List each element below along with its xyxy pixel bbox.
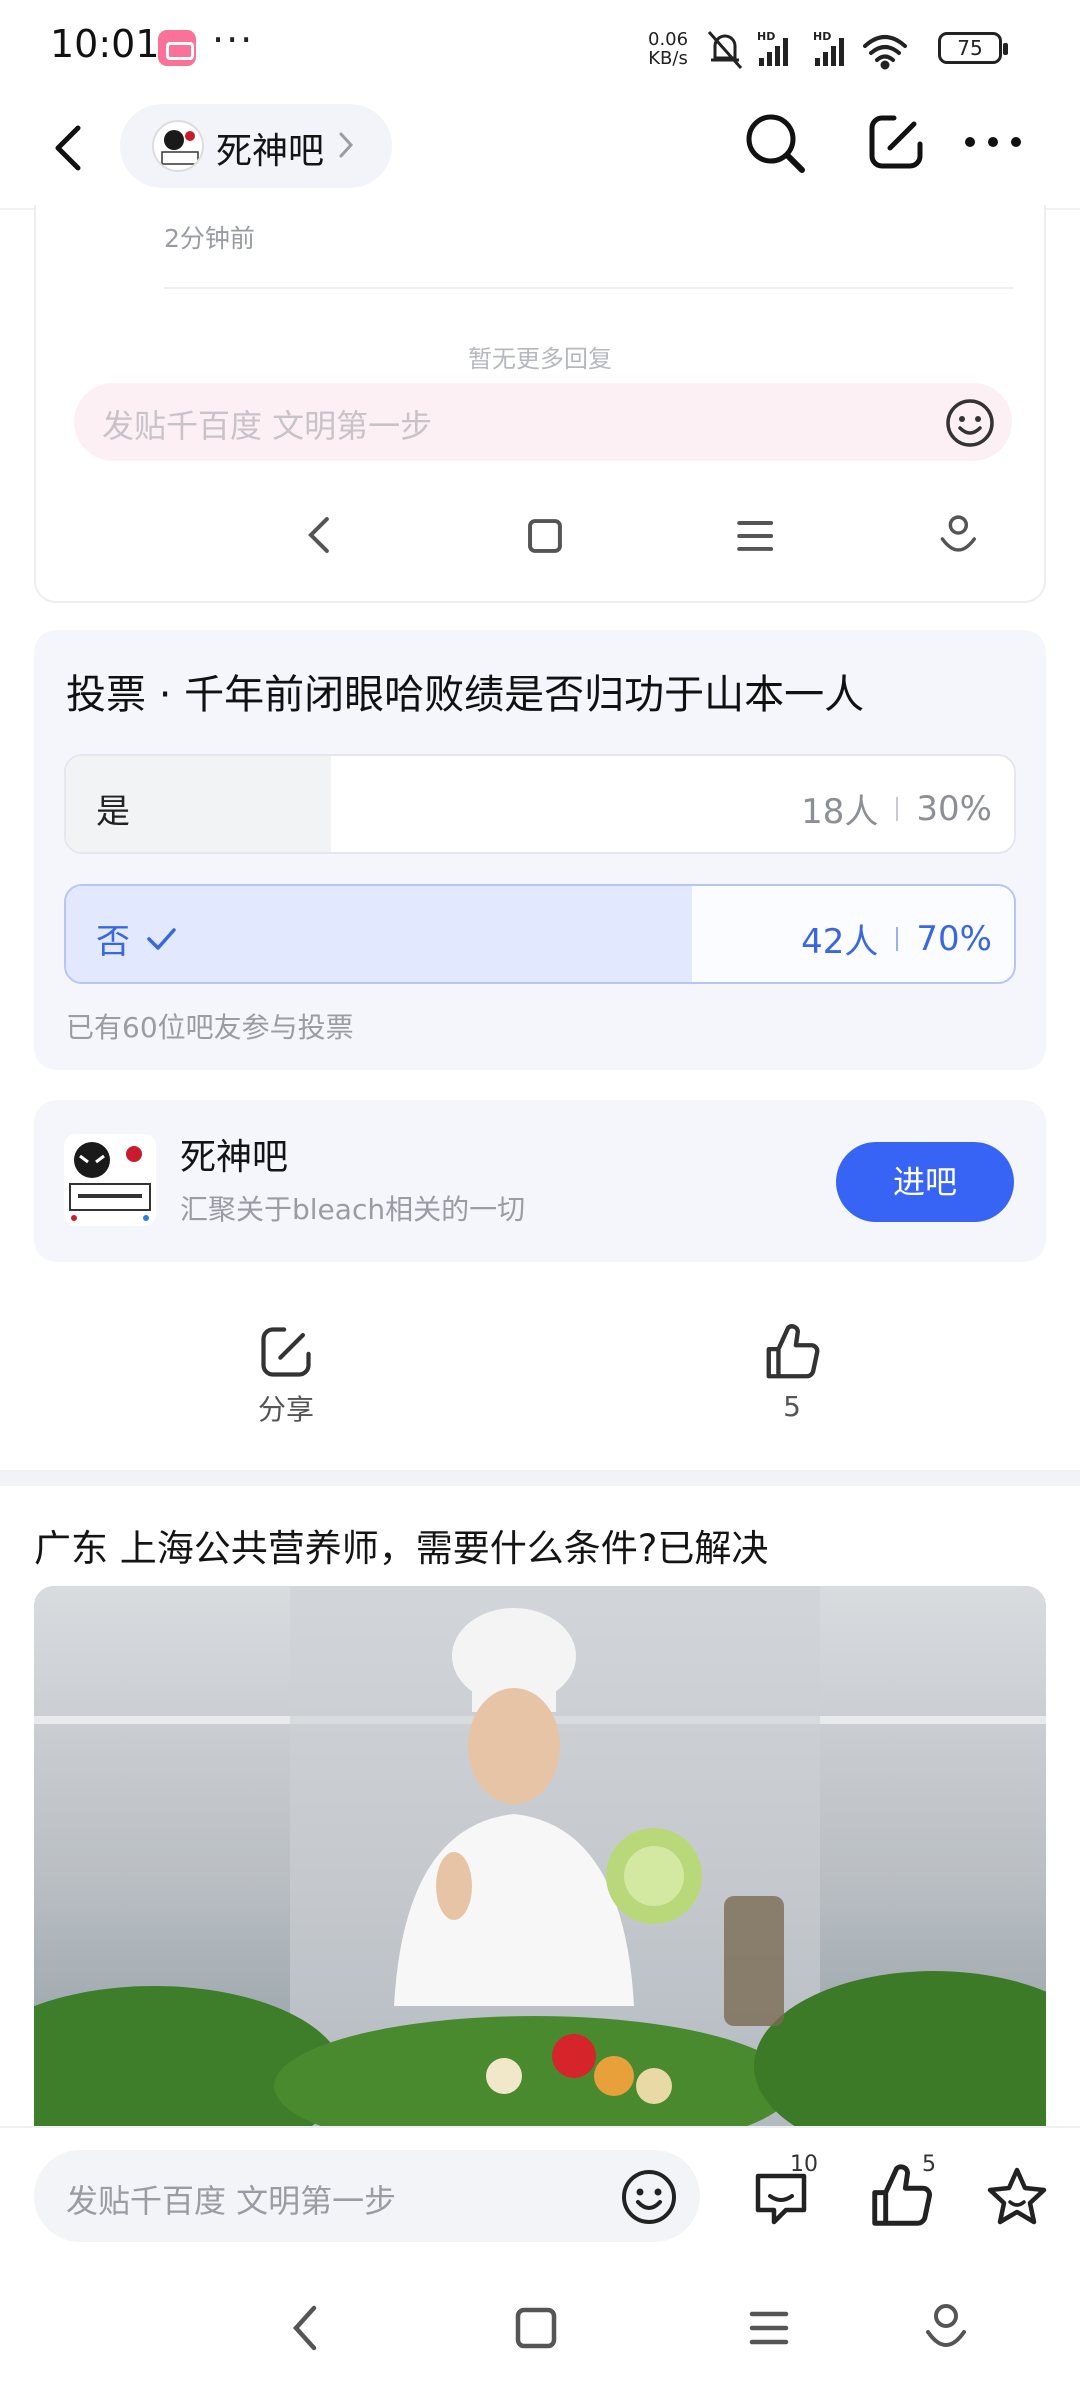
share-button[interactable]: 分享 [206, 1322, 366, 1428]
back-arrow-icon[interactable] [40, 118, 100, 178]
vote-option-stats: 42人 70% [801, 914, 992, 963]
reply-input-placeholder: 发贴千百度 文明第一步 [66, 2182, 397, 2220]
forum-logo [152, 120, 204, 172]
vote-card: 投票 · 千年前闭眼哈败绩是否归功于山本一人 是 18人 30% 否 42人 7… [34, 630, 1046, 1070]
vote-option-label: 否 [96, 914, 178, 963]
nav-assistant-icon [926, 2304, 966, 2347]
divider [164, 287, 1014, 289]
vote-option-yes[interactable]: 是 18人 30% [64, 754, 1016, 854]
embedded-nav-bar [308, 515, 977, 553]
svg-text:HD: HD [757, 30, 775, 43]
post-actions: 分享 5 [0, 1300, 1080, 1440]
edit-icon[interactable] [864, 110, 928, 174]
status-icons: HD HD [707, 30, 907, 70]
reply-time: 2分钟前 [164, 224, 255, 253]
nav-home-icon [515, 2307, 557, 2349]
forum-card[interactable]: 死神吧 汇聚关于bleach相关的一切 进吧 [34, 1100, 1046, 1262]
network-speed-unit: KB/s [648, 48, 688, 69]
nav-menu-icon [749, 2311, 789, 2345]
chef-photo [34, 1586, 1046, 2126]
hd-signal-icon: HD [757, 30, 788, 66]
vote-percent: 30% [916, 788, 992, 829]
vote-title: 投票 · 千年前闭眼哈败绩是否归功于山本一人 [66, 672, 865, 718]
vote-option-label: 是 [96, 784, 130, 833]
status-bar: 10:01 ··· 0.06 KB/s HD HD 75 [0, 0, 1080, 90]
status-time: 10:01 [50, 22, 160, 66]
share-label: 分享 [257, 1393, 314, 1426]
separator [896, 796, 899, 821]
forum-name-pill[interactable]: 死神吧 [120, 104, 392, 188]
nav-back-icon [292, 2305, 317, 2351]
thumbs-up-icon [766, 1324, 820, 1379]
system-nav-bar [292, 2304, 966, 2351]
separator [896, 926, 899, 951]
recommended-post-title[interactable]: 广东 上海公共营养师，需要什么条件?已解决 [34, 1518, 768, 1572]
bilibili-app-icon [158, 30, 196, 66]
search-icon[interactable] [740, 108, 810, 178]
like-count: 5 [783, 1390, 801, 1423]
vote-option-text: 是 [96, 792, 130, 832]
vote-percent: 70% [916, 918, 992, 959]
more-icon[interactable] [960, 110, 1026, 174]
hd-signal-icon: HD [813, 30, 844, 66]
svg-text:HD: HD [813, 30, 831, 43]
nav-menu-icon [737, 521, 774, 551]
nav-back-icon [308, 517, 329, 553]
embed-reply-input[interactable]: 发贴千百度 文明第一步 [74, 383, 1012, 461]
enter-forum-button[interactable]: 进吧 [836, 1142, 1014, 1222]
battery-icon: 75 [938, 32, 1008, 64]
reply-input[interactable]: 发贴千百度 文明第一步 [34, 2150, 700, 2242]
network-speed: 0.06 KB/s [648, 30, 688, 68]
like-count-badge: 5 [922, 2152, 936, 2177]
network-speed-value: 0.06 [648, 29, 689, 50]
forum-card-name: 死神吧 [180, 1137, 289, 1178]
vote-option-no[interactable]: 否 42人 70% [64, 884, 1016, 984]
status-overflow-dots: ··· [212, 18, 255, 62]
embed-input-placeholder: 发贴千百度 文明第一步 [102, 407, 433, 445]
section-divider [0, 1470, 1080, 1486]
wifi-icon [863, 35, 907, 70]
vote-people-count: 18人 [801, 792, 879, 832]
like-button[interactable]: 5 [712, 1322, 872, 1423]
emoji-icon[interactable] [944, 397, 996, 449]
forum-card-desc: 汇聚关于bleach相关的一切 [180, 1193, 526, 1226]
forum-card-logo [64, 1134, 156, 1226]
nav-assistant-icon [940, 515, 977, 552]
emoji-icon[interactable] [620, 2168, 678, 2226]
vote-participants: 已有60位吧友参与投票 [66, 1011, 354, 1044]
forum-name: 死神吧 [216, 131, 325, 172]
mute-bell-icon [707, 31, 743, 69]
bottom-bar: 发贴千百度 文明第一步 10 5 [0, 2126, 1080, 2400]
star-icon[interactable] [982, 2162, 1052, 2232]
nav-home-icon [528, 519, 562, 553]
top-header: 死神吧 [0, 100, 1080, 210]
embedded-post-card: 2分钟前 暂无更多回复 发贴千百度 文明第一步 [34, 205, 1046, 603]
vote-option-text: 否 [96, 922, 130, 962]
recommended-post-image[interactable] [34, 1586, 1046, 2126]
share-icon [261, 1327, 311, 1377]
checkmark-icon [147, 927, 176, 950]
no-more-replies: 暂无更多回复 [468, 345, 612, 373]
vote-people-count: 42人 [801, 922, 879, 962]
chevron-right-icon [339, 132, 354, 158]
vote-option-stats: 18人 30% [801, 784, 992, 833]
comment-count: 10 [790, 2152, 818, 2177]
